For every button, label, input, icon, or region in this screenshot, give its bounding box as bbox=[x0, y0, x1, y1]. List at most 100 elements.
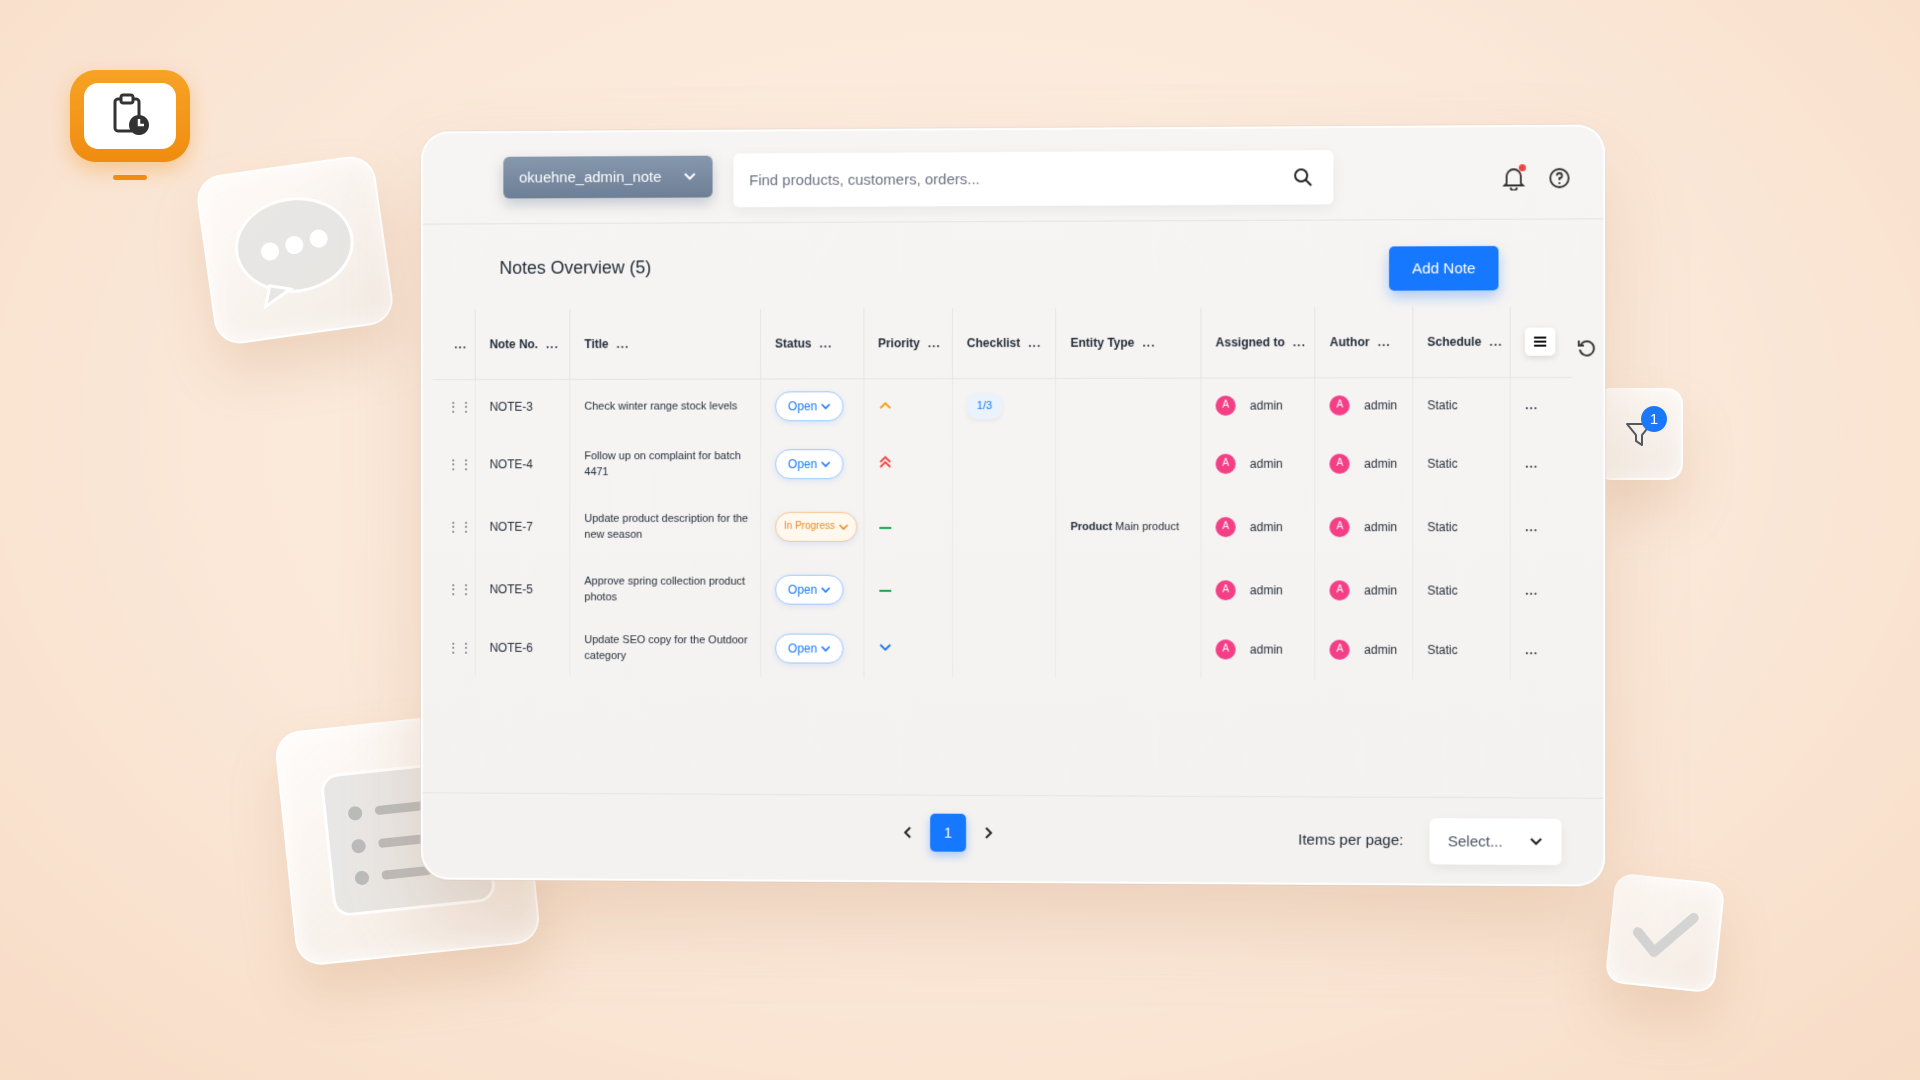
column-header-author[interactable]: Author... bbox=[1315, 306, 1413, 378]
notifications-button[interactable] bbox=[1501, 164, 1527, 191]
chevron-down-icon bbox=[821, 645, 831, 653]
author-cell: Aadmin bbox=[1315, 620, 1413, 680]
priority-cell bbox=[863, 619, 953, 678]
status-cell: In Progress bbox=[760, 494, 864, 560]
status-label: Open bbox=[787, 641, 818, 656]
filter-button[interactable]: 1 bbox=[1595, 388, 1683, 480]
page-button-current[interactable]: 1 bbox=[930, 813, 967, 852]
drag-handle-cell[interactable]: ⋮⋮ bbox=[432, 494, 476, 560]
more-icon[interactable]: ... bbox=[1525, 520, 1538, 534]
author-cell: Aadmin bbox=[1315, 433, 1413, 494]
drag-handle-icon[interactable]: ⋮⋮ bbox=[446, 399, 472, 415]
column-settings-cell bbox=[1510, 306, 1571, 377]
schedule-cell: Static bbox=[1412, 620, 1511, 680]
author-cell: Aadmin bbox=[1315, 493, 1413, 561]
table-row[interactable]: ⋮⋮ NOTE-3 Check winter range stock level… bbox=[432, 376, 1572, 435]
status-dropdown[interactable]: Open bbox=[775, 449, 844, 480]
search-icon[interactable] bbox=[1293, 167, 1313, 187]
more-icon: ... bbox=[1489, 334, 1503, 349]
chevron-down-icon bbox=[821, 403, 831, 411]
drag-handle-cell[interactable]: ⋮⋮ bbox=[432, 559, 476, 620]
author-user: admin bbox=[1364, 583, 1398, 598]
help-icon bbox=[1548, 167, 1570, 189]
table-row[interactable]: ⋮⋮ NOTE-7 Update product description for… bbox=[432, 493, 1572, 561]
table-footer: 1 Items per page: Select... bbox=[422, 792, 1604, 889]
drag-handle-cell[interactable]: ⋮⋮ bbox=[432, 618, 476, 677]
status-dropdown[interactable]: Open bbox=[775, 574, 844, 605]
table-row[interactable]: ⋮⋮ NOTE-6 Update SEO copy for the Outdoo… bbox=[432, 618, 1572, 680]
note-no-cell: NOTE-6 bbox=[475, 619, 571, 677]
filter-count-badge: 1 bbox=[1641, 406, 1667, 432]
checklist-cell bbox=[952, 619, 1056, 679]
author-cell: Aadmin bbox=[1315, 560, 1413, 621]
search-input[interactable] bbox=[749, 169, 1269, 189]
status-cell: Open bbox=[760, 619, 864, 678]
more-icon: ... bbox=[927, 335, 941, 350]
status-dropdown[interactable]: In Progress bbox=[775, 511, 858, 542]
items-per-page-select[interactable]: Select... bbox=[1429, 818, 1562, 866]
search-box bbox=[733, 150, 1334, 208]
chevron-down-icon bbox=[683, 172, 697, 182]
schedule-cell: Static bbox=[1412, 493, 1511, 561]
drag-handle-icon[interactable]: ⋮⋮ bbox=[446, 456, 472, 472]
assigned-cell: Aadmin bbox=[1201, 620, 1316, 679]
more-icon[interactable]: ... bbox=[1525, 584, 1538, 598]
status-dropdown[interactable]: Open bbox=[775, 633, 844, 664]
avatar: A bbox=[1329, 395, 1350, 416]
add-note-button[interactable]: Add Note bbox=[1389, 245, 1499, 291]
status-label: Open bbox=[787, 582, 818, 597]
top-bar: okuehne_admin_note bbox=[422, 126, 1604, 225]
more-icon[interactable]: ... bbox=[1525, 398, 1538, 412]
help-button[interactable] bbox=[1546, 165, 1572, 191]
avatar: A bbox=[1215, 395, 1236, 416]
refresh-button[interactable] bbox=[1577, 338, 1597, 363]
column-header-title[interactable]: Title... bbox=[570, 308, 761, 379]
title-cell: Check winter range stock levels bbox=[570, 378, 761, 435]
column-header-schedule[interactable]: Schedule... bbox=[1412, 306, 1511, 378]
chevron-left-icon[interactable] bbox=[902, 825, 914, 839]
drag-handle-icon[interactable]: ⋮⋮ bbox=[446, 639, 472, 655]
items-per-page-value: Select... bbox=[1447, 832, 1503, 851]
column-header-assigned-to[interactable]: Assigned to... bbox=[1201, 307, 1316, 378]
status-dropdown[interactable]: Open bbox=[775, 391, 844, 422]
more-icon[interactable]: ... bbox=[1525, 457, 1538, 471]
entity-type-cell bbox=[1055, 433, 1202, 494]
chevron-down-icon bbox=[1529, 837, 1543, 847]
assigned-user: admin bbox=[1249, 583, 1283, 598]
column-header-note-no[interactable]: Note No.... bbox=[475, 309, 571, 380]
more-icon[interactable]: ... bbox=[1525, 643, 1538, 657]
chevron-down-icon bbox=[821, 586, 831, 594]
table-row[interactable]: ⋮⋮ NOTE-4 Follow up on complaint for bat… bbox=[432, 433, 1572, 495]
store-selector[interactable]: okuehne_admin_note bbox=[503, 155, 713, 199]
status-cell: Open bbox=[760, 559, 864, 620]
app-logo bbox=[70, 70, 190, 162]
row-actions-cell: ... bbox=[1510, 560, 1571, 621]
title-cell: Update SEO copy for the Outdoor category bbox=[570, 619, 761, 678]
chevron-right-icon[interactable] bbox=[982, 826, 994, 840]
header-options[interactable]: ... bbox=[432, 309, 476, 380]
schedule-cell: Static bbox=[1412, 433, 1511, 494]
column-header-checklist[interactable]: Checklist... bbox=[952, 307, 1056, 379]
status-cell: Open bbox=[760, 378, 864, 435]
avatar: A bbox=[1215, 453, 1236, 474]
checklist-progress[interactable]: 1/3 bbox=[966, 393, 1003, 420]
table-header-row: ... Note No.... Title... Status... Prior… bbox=[432, 306, 1572, 380]
drag-handle-cell[interactable]: ⋮⋮ bbox=[432, 379, 476, 435]
notes-table: ... Note No.... Title... Status... Prior… bbox=[432, 306, 1572, 680]
more-icon: ... bbox=[454, 337, 468, 352]
drag-handle-icon[interactable]: ⋮⋮ bbox=[446, 518, 472, 534]
row-actions-cell: ... bbox=[1510, 621, 1571, 680]
column-header-priority[interactable]: Priority... bbox=[863, 308, 953, 379]
logo-underline bbox=[113, 175, 147, 180]
avatar: A bbox=[1329, 639, 1350, 660]
chevron-up-icon bbox=[878, 399, 892, 413]
drag-handle-icon[interactable]: ⋮⋮ bbox=[446, 581, 472, 597]
priority-cell bbox=[863, 559, 953, 620]
drag-handle-cell[interactable]: ⋮⋮ bbox=[432, 434, 476, 495]
table-row[interactable]: ⋮⋮ NOTE-5 Approve spring collection prod… bbox=[432, 559, 1572, 622]
notification-dot bbox=[1518, 164, 1526, 172]
column-settings-button[interactable] bbox=[1525, 327, 1556, 356]
title-cell: Follow up on complaint for batch 4471 bbox=[570, 434, 761, 495]
column-header-status[interactable]: Status... bbox=[760, 308, 864, 379]
column-header-entity-type[interactable]: Entity Type... bbox=[1055, 307, 1202, 378]
